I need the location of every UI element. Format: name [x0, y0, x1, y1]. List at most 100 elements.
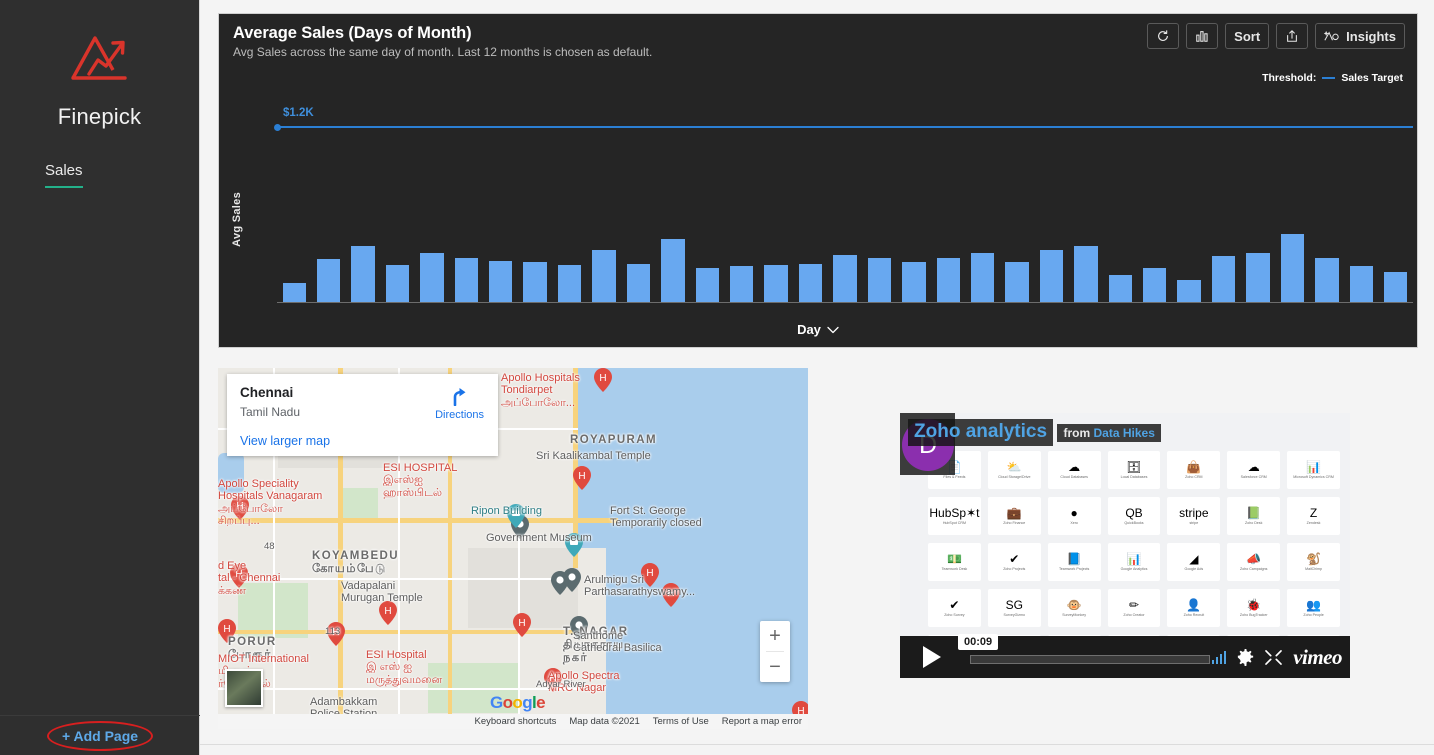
video-byline-owner[interactable]: Data Hikes	[1094, 426, 1155, 440]
bar-slot[interactable]	[1344, 83, 1378, 302]
bar-slot[interactable]	[1275, 83, 1309, 302]
bar-3[interactable]	[351, 246, 375, 302]
bar-slot[interactable]	[793, 83, 827, 302]
video-progress-bar[interactable]	[970, 655, 1210, 664]
bar-15[interactable]	[764, 265, 788, 302]
insights-button[interactable]: Insights	[1315, 23, 1405, 49]
map-footer-link[interactable]: Map data ©2021	[569, 716, 639, 727]
bar-19[interactable]	[902, 262, 926, 302]
bar-4[interactable]	[385, 265, 410, 302]
hospital-pin-icon[interactable]: H	[573, 466, 591, 490]
view-larger-map-link[interactable]: View larger map	[240, 434, 485, 448]
map-zoom-out-button[interactable]: −	[760, 652, 790, 682]
bar-slot[interactable]	[1310, 83, 1344, 302]
refresh-button[interactable]	[1147, 23, 1180, 49]
bar-slot[interactable]	[656, 83, 690, 302]
bar-17[interactable]	[833, 254, 857, 302]
bar-22[interactable]	[1005, 262, 1029, 302]
add-page-button[interactable]: + Add Page	[62, 728, 138, 744]
hospital-pin-icon[interactable]: H	[594, 368, 612, 392]
bar-9[interactable]	[557, 265, 582, 302]
bar-26[interactable]	[1143, 267, 1167, 302]
map-widget[interactable]: H H H H H H H H H H H H Apollo Hospitals…	[218, 368, 808, 729]
sidebar-item-sales[interactable]: Sales	[45, 162, 83, 188]
bar-6[interactable]	[454, 257, 479, 302]
bar-slot[interactable]	[897, 83, 931, 302]
bar-27[interactable]	[1177, 279, 1201, 302]
bar-slot[interactable]	[1138, 83, 1172, 302]
bar-12[interactable]	[661, 238, 685, 302]
bar-slot[interactable]	[552, 83, 586, 302]
sort-button[interactable]: Sort	[1225, 23, 1270, 49]
map-zoom-in-button[interactable]: +	[760, 621, 790, 651]
bar-slot[interactable]	[449, 83, 483, 302]
bar-slot[interactable]	[484, 83, 518, 302]
play-button[interactable]	[900, 636, 962, 678]
bar-slot[interactable]	[965, 83, 999, 302]
map-footer-link[interactable]: Report a map error	[722, 716, 802, 727]
directions-link[interactable]: Directions	[435, 386, 484, 421]
bar-28[interactable]	[1211, 256, 1236, 302]
temple-pin-icon[interactable]	[551, 571, 569, 595]
video-title[interactable]: Zoho analytics	[908, 419, 1054, 446]
integration-tile-label: Teamwork Desk	[941, 566, 968, 571]
settings-gear-icon[interactable]	[1237, 649, 1254, 666]
bar-slot[interactable]	[931, 83, 965, 302]
bar-30[interactable]	[1280, 234, 1305, 302]
bar-undefined[interactable]	[1384, 272, 1408, 302]
bar-24[interactable]	[1074, 246, 1098, 302]
bar-slot[interactable]	[1172, 83, 1206, 302]
bar-2[interactable]	[316, 259, 341, 302]
bar-31[interactable]	[1315, 257, 1339, 302]
bar-18[interactable]	[867, 257, 892, 302]
bar-undefined[interactable]	[1349, 266, 1373, 302]
bar-slot[interactable]	[587, 83, 621, 302]
map-street-view-thumbnail[interactable]	[225, 669, 263, 707]
bar-7[interactable]	[489, 260, 513, 302]
map-footer-link[interactable]: Terms of Use	[653, 716, 709, 727]
chart-type-button[interactable]	[1186, 23, 1219, 49]
bar-13[interactable]	[695, 267, 719, 302]
bar-slot[interactable]	[311, 83, 345, 302]
x-axis-dropdown[interactable]: Day	[219, 322, 1417, 337]
bar-14[interactable]	[729, 266, 754, 302]
bar-slot[interactable]	[346, 83, 380, 302]
bar-slot[interactable]	[690, 83, 724, 302]
bar-10[interactable]	[592, 250, 616, 302]
bar-slot[interactable]	[518, 83, 552, 302]
bar-slot[interactable]	[862, 83, 896, 302]
share-button[interactable]	[1276, 23, 1309, 49]
bar-5[interactable]	[420, 253, 444, 302]
bar-slot[interactable]	[1241, 83, 1275, 302]
bar-20[interactable]	[936, 257, 960, 302]
bar-slot[interactable]	[724, 83, 758, 302]
bar-16[interactable]	[798, 263, 823, 302]
bar-21[interactable]	[970, 253, 995, 302]
bar-25[interactable]	[1108, 275, 1133, 302]
bar-slot[interactable]	[1034, 83, 1068, 302]
bar-slot[interactable]	[621, 83, 655, 302]
bar-slot[interactable]	[1000, 83, 1034, 302]
fullscreen-icon[interactable]	[1265, 650, 1283, 665]
bar-29[interactable]	[1246, 253, 1270, 302]
bar-slot[interactable]	[415, 83, 449, 302]
integration-tile-label: Zendesk	[1306, 520, 1321, 525]
bar-slot[interactable]	[828, 83, 862, 302]
bar-23[interactable]	[1039, 250, 1064, 302]
bar-slot[interactable]	[1069, 83, 1103, 302]
bar-slot[interactable]	[759, 83, 793, 302]
bar-slot[interactable]	[380, 83, 414, 302]
integration-tile-label: stripe	[1189, 520, 1199, 525]
bar-slot[interactable]	[277, 83, 311, 302]
hospital-pin-icon[interactable]: H	[513, 613, 531, 637]
integration-tile-label: SurveyGizmo	[1003, 612, 1026, 617]
map-footer-link[interactable]: Keyboard shortcuts	[475, 716, 557, 727]
bar-slot[interactable]	[1379, 83, 1413, 302]
bar-8[interactable]	[523, 262, 547, 302]
bar-slot[interactable]	[1206, 83, 1240, 302]
bar-11[interactable]	[626, 263, 651, 302]
bar-1[interactable]	[282, 282, 306, 302]
video-widget[interactable]: 📄Files & Feeds⛅Cloud Storage/Drive☁Cloud…	[900, 413, 1350, 678]
bar-slot[interactable]	[1103, 83, 1137, 302]
volume-icon[interactable]	[1211, 651, 1227, 664]
